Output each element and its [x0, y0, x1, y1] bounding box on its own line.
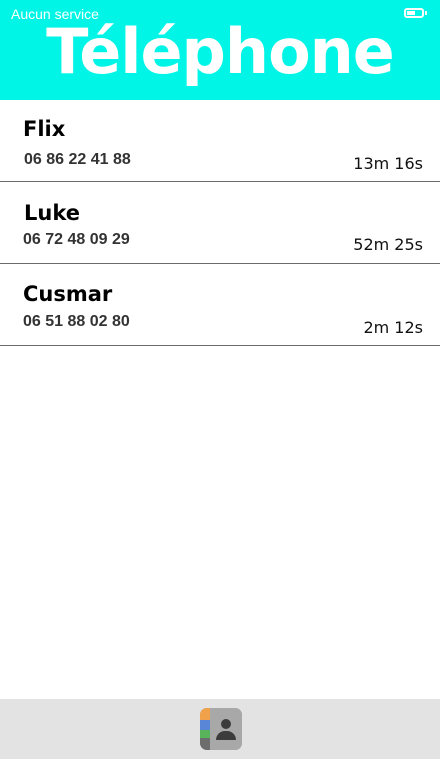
call-number: 06 51 88 02 80	[23, 313, 130, 330]
call-list: Flix 06 86 22 41 88 13m 16s Luke 06 72 4…	[0, 100, 440, 346]
contacts-tab-green	[200, 730, 210, 738]
call-duration: 13m 16s	[353, 154, 423, 173]
call-row[interactable]: Cusmar 06 51 88 02 80 2m 12s	[0, 264, 440, 346]
call-number: 06 72 48 09 29	[23, 231, 130, 248]
call-number: 06 86 22 41 88	[24, 151, 131, 168]
call-name: Flix	[23, 117, 66, 141]
page-title: Téléphone	[46, 15, 395, 88]
call-name: Luke	[24, 201, 80, 225]
contacts-icon[interactable]	[200, 708, 242, 750]
contacts-tab-orange	[200, 708, 210, 720]
call-row[interactable]: Flix 06 86 22 41 88 13m 16s	[0, 100, 440, 182]
tab-bar	[0, 699, 440, 759]
person-body	[216, 731, 236, 740]
person-head	[221, 719, 231, 729]
header: Aucun service Téléphone	[0, 0, 440, 100]
call-row[interactable]: Luke 06 72 48 09 29 52m 25s	[0, 182, 440, 264]
call-duration: 2m 12s	[363, 318, 423, 337]
contacts-tab-blue	[200, 720, 210, 730]
battery-level	[407, 11, 415, 15]
call-name: Cusmar	[23, 282, 113, 306]
contacts-tab-gray	[200, 738, 210, 750]
contacts-page	[210, 708, 242, 750]
call-duration: 52m 25s	[353, 235, 423, 254]
